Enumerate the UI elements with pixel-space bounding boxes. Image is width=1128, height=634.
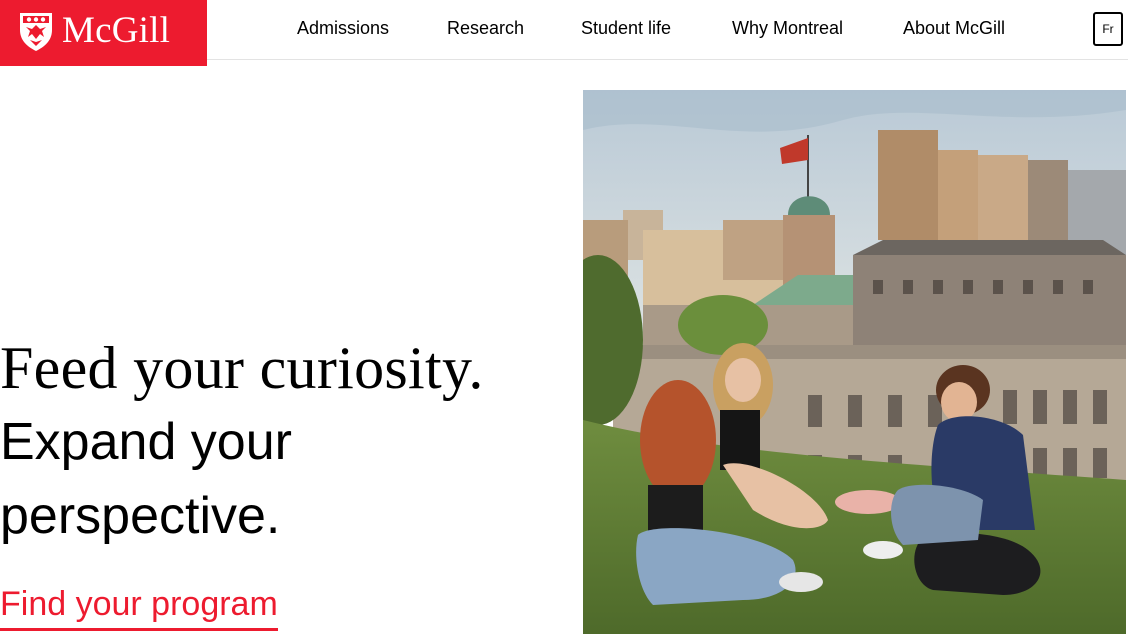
language-toggle-button[interactable]: Fr <box>1093 12 1123 46</box>
nav-admissions[interactable]: Admissions <box>297 17 389 39</box>
hero-heading-line3: perspective. <box>0 487 281 545</box>
find-program-link[interactable]: Find your program <box>0 583 278 631</box>
nav-about-mcgill[interactable]: About McGill <box>903 17 1005 39</box>
nav-student-life[interactable]: Student life <box>581 17 671 39</box>
brand-name: McGill <box>62 10 171 51</box>
hero-photo <box>583 90 1126 634</box>
nav-research[interactable]: Research <box>447 17 524 39</box>
site-header: McGill Admissions Research Student life … <box>0 0 1128 66</box>
hero-heading-line2: Expand your <box>0 413 292 471</box>
mcgill-logo[interactable]: McGill <box>0 0 207 66</box>
mcgill-shield-icon <box>20 13 52 51</box>
nav-why-montreal[interactable]: Why Montreal <box>732 17 843 39</box>
students-on-hill-photo <box>583 90 1126 634</box>
hero-heading-line1: Feed your curiosity. <box>0 335 484 401</box>
